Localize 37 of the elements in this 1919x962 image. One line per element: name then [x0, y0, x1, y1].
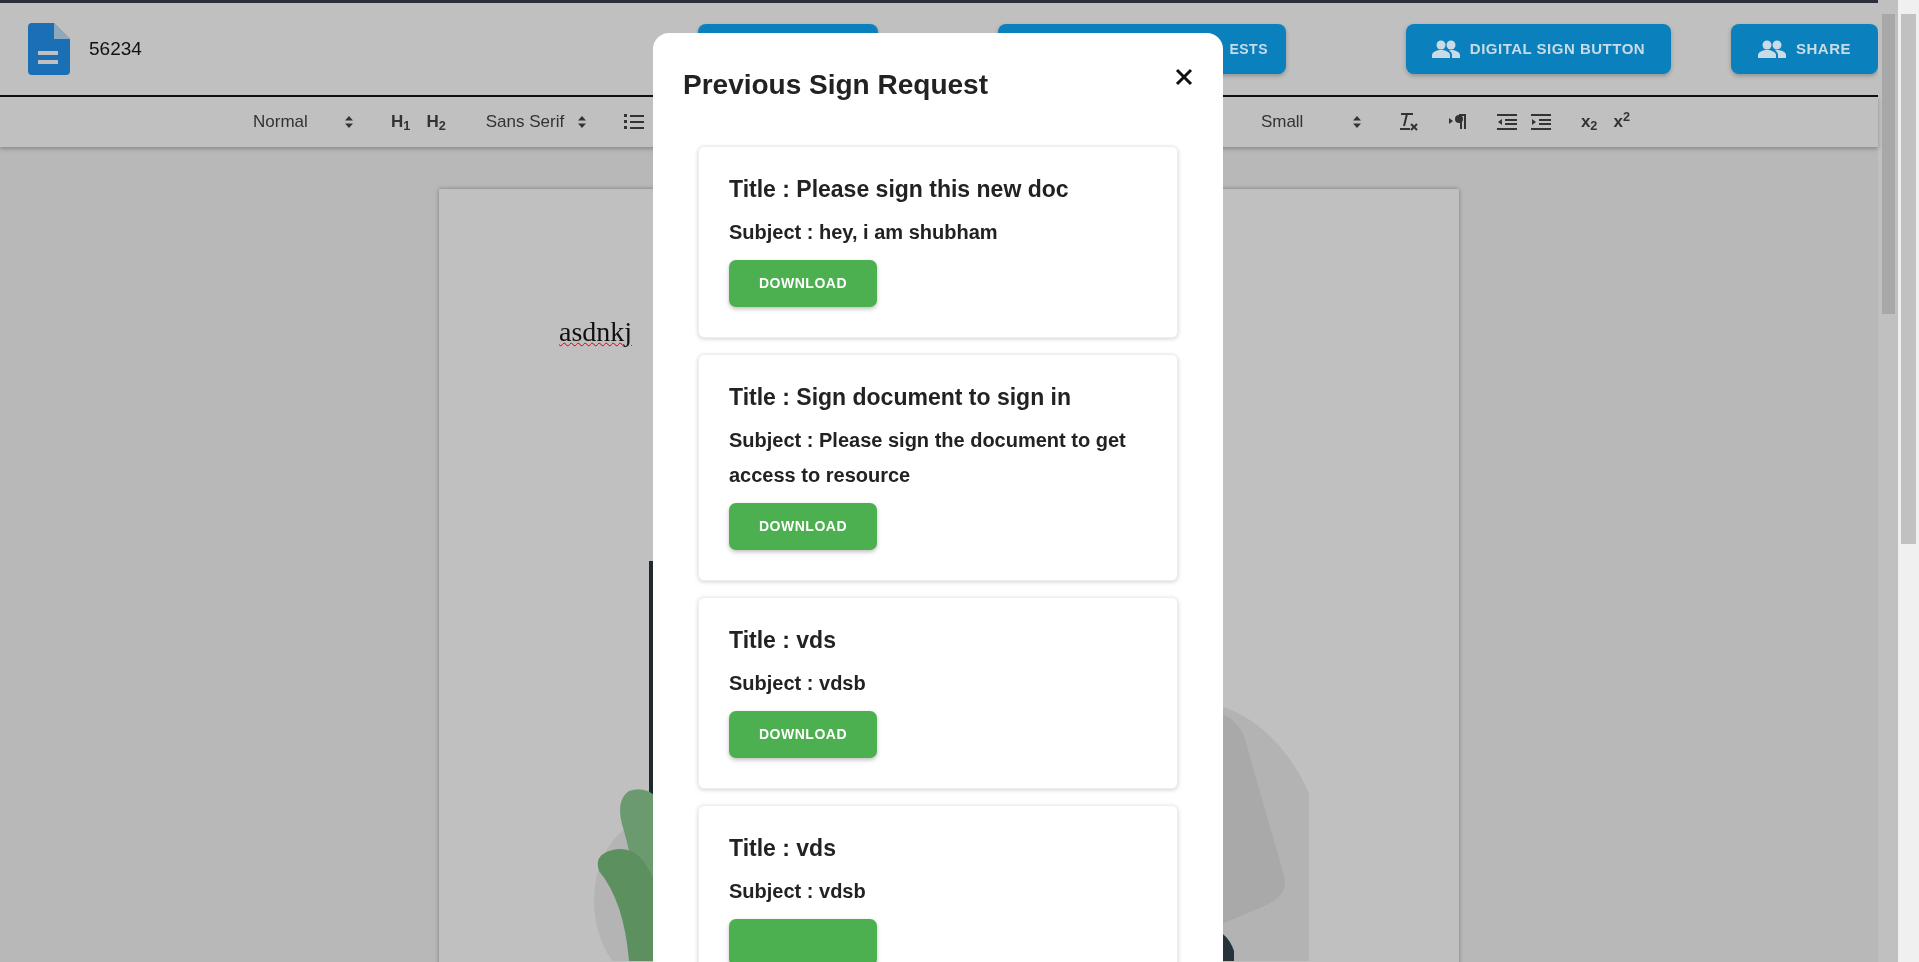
indent-icon [1530, 114, 1551, 130]
scrollbar[interactable] [1898, 0, 1919, 962]
select-arrows-icon [345, 116, 353, 128]
toolbar-button[interactable]: H$_{2}$ [426, 109, 446, 135]
close-icon [1175, 68, 1193, 86]
request-title: Title : vds [729, 834, 836, 863]
document-text: asdnkj [559, 315, 633, 349]
scrollbar-thumb[interactable] [1901, 14, 1916, 544]
select-arrows-icon [577, 116, 586, 128]
dropdown[interactable]: Sans Serif [485, 109, 586, 135]
request-subject: Subject : hey, i am shubham [729, 220, 998, 245]
dropdown[interactable]: Normal [253, 109, 353, 135]
dropdown[interactable]: Small [1260, 109, 1361, 135]
request-title: Title : Please sign this new doc [729, 175, 1069, 204]
clear-format-icon [1398, 113, 1419, 131]
toolbar-button[interactable]: x$^{2}$ [1613, 109, 1630, 135]
dialog-title: Previous Sign Request [683, 68, 988, 102]
people-icon [1758, 40, 1786, 58]
toolbar-button[interactable] [1448, 114, 1467, 130]
people-icon [1431, 40, 1460, 58]
document-icon [28, 23, 70, 75]
request-subject: Subject : Please sign the document to get access to resource [729, 428, 1127, 488]
toolbar-button[interactable] [1530, 114, 1551, 130]
select-arrows-icon [1352, 116, 1361, 128]
request-subject: Subject : vdsb [729, 879, 866, 904]
outdent-icon [1496, 114, 1517, 130]
toolbar-button[interactable]: x$_{2}$ [1580, 109, 1598, 135]
request-subject: Subject : vdsb [729, 671, 866, 696]
document-name: 56234 [89, 36, 143, 61]
toolbar-button[interactable] [1398, 113, 1419, 131]
scrollbar-thumb[interactable] [1881, 14, 1895, 314]
request-title: Title : Sign document to sign in [729, 383, 1071, 412]
text-direction-icon [1448, 114, 1467, 130]
request-title: Title : vds [729, 626, 836, 655]
toolbar-button[interactable] [1496, 114, 1517, 130]
scrollbar[interactable] [1878, 0, 1898, 962]
toolbar-button[interactable]: H$_{1}$ [391, 109, 411, 135]
